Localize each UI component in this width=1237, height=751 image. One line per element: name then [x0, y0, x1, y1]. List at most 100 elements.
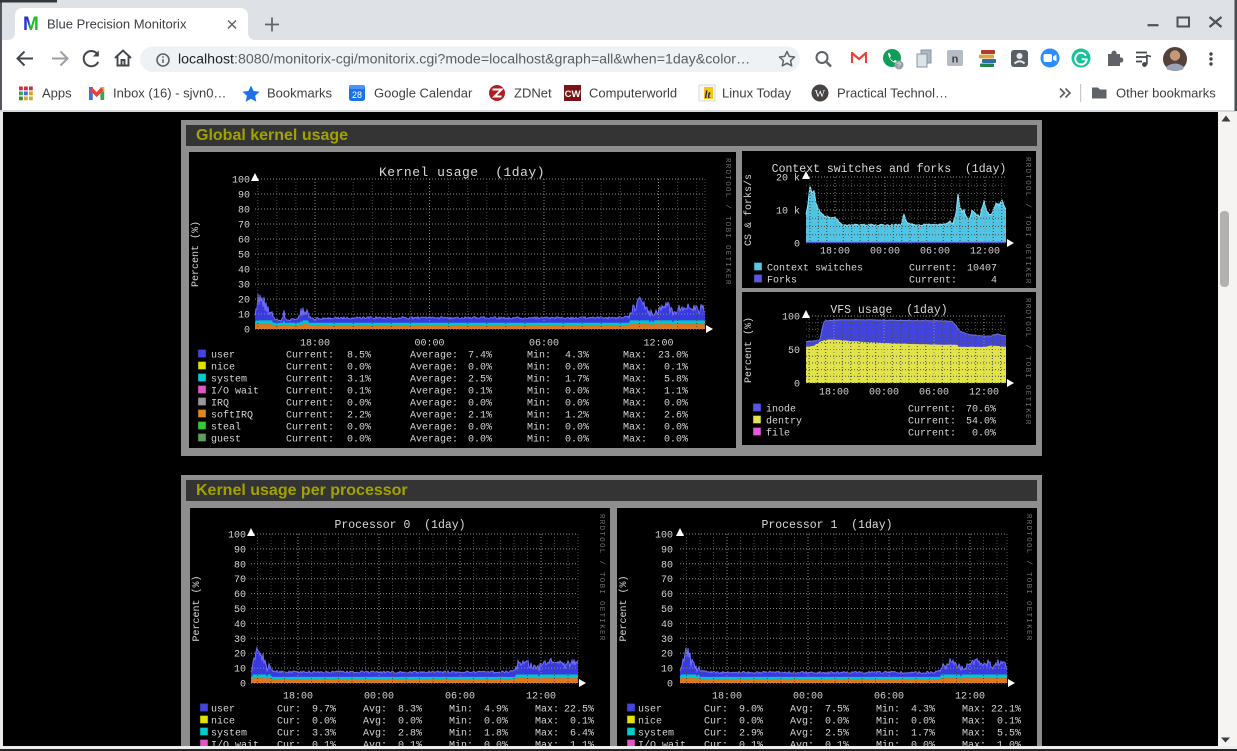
svg-text:Current:: Current:	[909, 276, 957, 287]
svg-text:nice: nice	[211, 362, 235, 374]
svg-text:28: 28	[352, 90, 362, 100]
svg-text:Average:: Average:	[410, 399, 458, 410]
svg-text:50: 50	[238, 251, 250, 262]
svg-text:Max:: Max:	[962, 717, 986, 728]
svg-text:Current:: Current:	[286, 387, 334, 398]
svg-text:00:00: 00:00	[414, 339, 444, 350]
svg-text:nice: nice	[638, 716, 662, 728]
svg-text:Other bookmarks: Other bookmarks	[1116, 86, 1216, 101]
svg-text:Avg:: Avg:	[363, 729, 387, 740]
svg-text:Max:: Max:	[535, 729, 559, 740]
svg-text:80: 80	[234, 560, 246, 571]
svg-text:lt: lt	[704, 89, 711, 101]
svg-text:1.8%: 1.8%	[484, 729, 508, 740]
svg-text:18:00: 18:00	[283, 692, 313, 703]
svg-text:0.0%: 0.0%	[565, 363, 589, 374]
svg-text:Current:: Current:	[286, 399, 334, 410]
svg-text:2.5%: 2.5%	[468, 375, 492, 386]
svg-text:0.0%: 0.0%	[398, 717, 422, 728]
svg-text:50: 50	[788, 346, 800, 357]
svg-text:40: 40	[234, 620, 246, 631]
svg-text:Inbox (16) - sjvn0…: Inbox (16) - sjvn0…	[113, 86, 226, 101]
svg-text:7.5%: 7.5%	[825, 705, 849, 716]
svg-text:0: 0	[794, 380, 800, 391]
svg-text:00:00: 00:00	[364, 692, 394, 703]
svg-text:Avg:: Avg:	[363, 717, 387, 728]
svg-text:Avg:: Avg:	[790, 717, 814, 728]
svg-text:Computerworld: Computerworld	[589, 86, 677, 101]
svg-text:80: 80	[661, 560, 673, 571]
svg-text:inode: inode	[766, 404, 796, 416]
svg-text:Cur:: Cur:	[277, 729, 301, 740]
svg-text:60: 60	[234, 590, 246, 601]
svg-text:06:00: 06:00	[920, 247, 950, 258]
svg-text:Max:: Max:	[623, 351, 647, 362]
svg-text:2.1%: 2.1%	[468, 411, 492, 422]
svg-text:0.0%: 0.0%	[565, 399, 589, 410]
svg-text:0.1%: 0.1%	[664, 363, 688, 374]
svg-text:Max:: Max:	[623, 363, 647, 374]
svg-text:Min:: Min:	[527, 410, 551, 422]
svg-text:Percent (%): Percent (%)	[191, 575, 203, 641]
svg-text:90: 90	[661, 545, 673, 556]
svg-text:system: system	[638, 729, 674, 740]
svg-text:54.0%: 54.0%	[966, 417, 996, 428]
svg-text:VFS usage (1day): VFS usage (1day)	[830, 304, 947, 317]
svg-text:Google Calendar: Google Calendar	[374, 86, 473, 101]
svg-text:Cur:: Cur:	[277, 717, 301, 728]
svg-text:00:00: 00:00	[870, 247, 900, 258]
svg-text:Kernel usage (1day): Kernel usage (1day)	[379, 165, 545, 180]
svg-text:Min:: Min:	[527, 434, 551, 446]
svg-text:Current:: Current:	[286, 375, 334, 386]
svg-text:10 k: 10 k	[776, 206, 800, 218]
svg-text:guest: guest	[211, 435, 241, 446]
svg-text:90: 90	[238, 191, 250, 202]
svg-text:Current:: Current:	[286, 363, 334, 374]
svg-text:0.0%: 0.0%	[825, 717, 849, 728]
svg-text:M: M	[23, 14, 39, 35]
svg-text:Current:: Current:	[286, 351, 334, 362]
svg-text:Max:: Max:	[535, 705, 559, 716]
svg-text:7.4%: 7.4%	[468, 351, 492, 362]
svg-text:12:00: 12:00	[970, 247, 1000, 258]
svg-text:5.8%: 5.8%	[664, 375, 688, 386]
svg-text:12:00: 12:00	[969, 388, 999, 399]
svg-text:softIRQ: softIRQ	[211, 410, 253, 422]
svg-text:2.6%: 2.6%	[664, 411, 688, 422]
svg-text:18:00: 18:00	[712, 692, 742, 703]
svg-text:12:00: 12:00	[955, 692, 985, 703]
svg-text:0.0%: 0.0%	[565, 387, 589, 398]
svg-text:0.0%: 0.0%	[739, 717, 763, 728]
svg-text:Min:: Min:	[527, 374, 551, 386]
svg-text:Max:: Max:	[962, 729, 986, 740]
svg-text:Processor 1 (1day): Processor 1 (1day)	[761, 519, 892, 532]
svg-text:Percent (%): Percent (%)	[618, 575, 630, 641]
svg-text:file: file	[766, 428, 790, 440]
svg-text:Cur:: Cur:	[704, 717, 728, 728]
svg-text:Max:: Max:	[623, 399, 647, 410]
svg-text:Linux Today: Linux Today	[722, 86, 792, 101]
svg-text:Min:: Min:	[527, 386, 551, 398]
svg-text:RRDTOOL / TOBI OETIKER: RRDTOOL / TOBI OETIKER	[1023, 157, 1031, 285]
svg-text:8.5%: 8.5%	[347, 351, 371, 362]
svg-text:dentry: dentry	[766, 416, 802, 428]
svg-text:Min:: Min:	[449, 704, 473, 716]
svg-text:W: W	[815, 88, 826, 100]
svg-text:n: n	[952, 54, 959, 66]
svg-text:user: user	[638, 705, 662, 716]
svg-text:70: 70	[661, 575, 673, 586]
svg-text:06:00: 06:00	[874, 692, 904, 703]
svg-text:0.0%: 0.0%	[664, 423, 688, 434]
svg-text:CW: CW	[565, 89, 581, 100]
svg-text:Bookmarks: Bookmarks	[267, 86, 333, 101]
svg-text:user: user	[211, 705, 235, 716]
svg-text:18:00: 18:00	[820, 247, 850, 258]
svg-text:18:00: 18:00	[300, 339, 330, 350]
svg-text:?: ?	[897, 63, 901, 70]
svg-text:12:00: 12:00	[526, 692, 556, 703]
svg-text:22.1%: 22.1%	[991, 705, 1021, 716]
svg-text:2.8%: 2.8%	[398, 729, 422, 740]
svg-text:40: 40	[661, 620, 673, 631]
svg-text:10407: 10407	[967, 264, 997, 275]
svg-text:3.3%: 3.3%	[312, 729, 336, 740]
